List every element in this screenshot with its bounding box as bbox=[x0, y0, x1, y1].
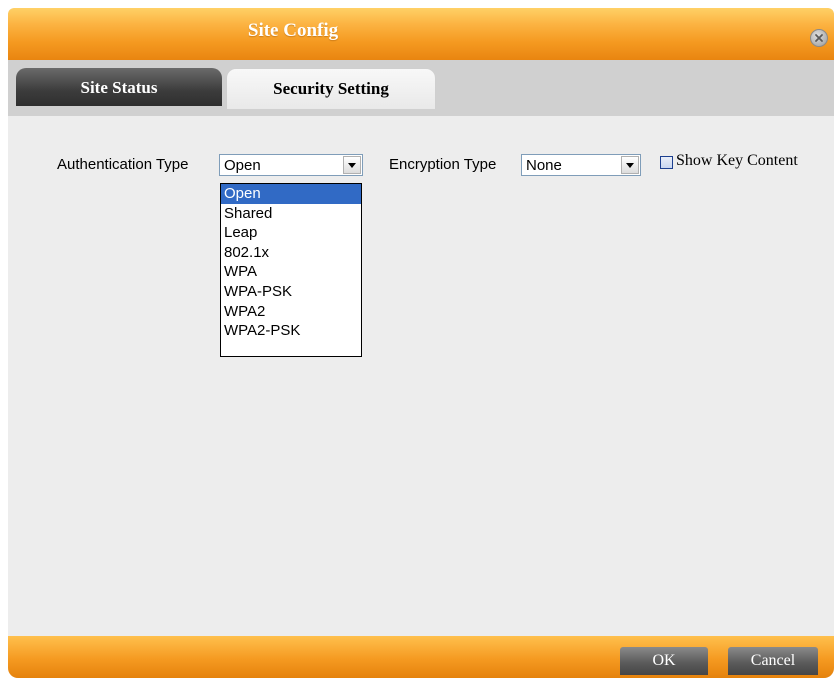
dropdown-option[interactable]: 802.1x bbox=[221, 243, 361, 263]
dropdown-option[interactable]: Open bbox=[221, 184, 361, 204]
dropdown-option[interactable]: Shared bbox=[221, 204, 361, 224]
security-panel: Authentication Type Open Open Shared Lea… bbox=[8, 116, 834, 636]
show-key-label: Show Key Content bbox=[676, 152, 798, 169]
cancel-button[interactable]: Cancel bbox=[728, 647, 818, 675]
dropdown-option[interactable]: Leap bbox=[221, 223, 361, 243]
authentication-type-label: Authentication Type bbox=[57, 156, 189, 173]
dropdown-option[interactable]: WPA bbox=[221, 262, 361, 282]
chevron-down-icon[interactable] bbox=[343, 156, 361, 174]
tab-site-status[interactable]: Site Status bbox=[16, 68, 222, 106]
dropdown-option[interactable]: WPA-PSK bbox=[221, 282, 361, 302]
tab-site-status-label: Site Status bbox=[80, 78, 158, 97]
authentication-type-value: Open bbox=[224, 157, 261, 174]
authentication-type-dropdown[interactable]: Open Shared Leap 802.1x WPA WPA-PSK WPA2… bbox=[220, 183, 362, 357]
show-key-checkbox[interactable] bbox=[660, 156, 673, 169]
encryption-type-select[interactable]: None bbox=[521, 154, 641, 176]
ok-button[interactable]: OK bbox=[620, 647, 708, 675]
dropdown-option[interactable]: WPA2-PSK bbox=[221, 321, 361, 341]
encryption-type-value: None bbox=[526, 157, 562, 174]
dropdown-option[interactable]: WPA2 bbox=[221, 302, 361, 322]
footer-bar: OK Cancel bbox=[8, 636, 834, 678]
close-icon[interactable] bbox=[810, 29, 828, 47]
tab-security-setting[interactable]: Security Setting bbox=[226, 68, 436, 109]
chevron-down-icon[interactable] bbox=[621, 156, 639, 174]
site-config-window: Site Config Site Status Security Setting… bbox=[8, 8, 834, 678]
title-bar: Site Config bbox=[8, 8, 834, 60]
encryption-type-label: Encryption Type bbox=[389, 156, 497, 173]
tab-bar: Site Status Security Setting bbox=[8, 60, 834, 116]
authentication-type-select[interactable]: Open bbox=[219, 154, 363, 176]
window-title: Site Config bbox=[247, 20, 339, 41]
tab-security-setting-label: Security Setting bbox=[273, 79, 389, 98]
